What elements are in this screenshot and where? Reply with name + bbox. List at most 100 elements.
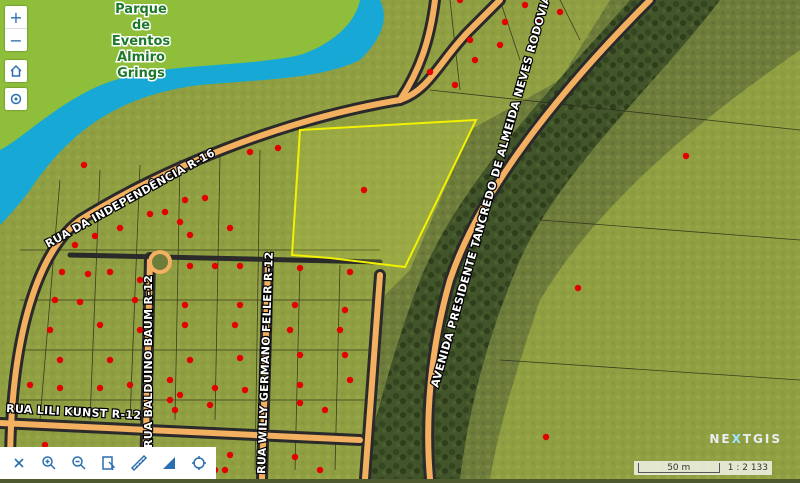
zoom-in-icon	[42, 456, 56, 470]
parcel-marker[interactable]	[116, 224, 124, 232]
parcel-marker[interactable]	[521, 1, 529, 9]
parcel-marker[interactable]	[241, 386, 249, 394]
parcel-marker[interactable]	[76, 298, 84, 306]
parcel-marker[interactable]	[296, 399, 304, 407]
place-label-line-5: Grings	[117, 66, 165, 81]
parcel-marker[interactable]	[181, 321, 189, 329]
place-label-line-1: Parque	[115, 2, 167, 17]
parcel-marker[interactable]	[471, 56, 479, 64]
parcel-marker[interactable]	[56, 384, 64, 392]
zoom-out-tool-button[interactable]	[68, 452, 90, 474]
parcel-marker[interactable]	[286, 326, 294, 334]
parcel-marker[interactable]	[211, 262, 219, 270]
ruler-tool-button[interactable]	[128, 452, 150, 474]
parcel-marker[interactable]	[360, 186, 368, 194]
parcel-marker[interactable]	[221, 466, 229, 474]
home-button[interactable]	[5, 60, 27, 82]
parcel-marker[interactable]	[231, 321, 239, 329]
logo-tgis: TGIS	[742, 432, 782, 446]
parcel-marker[interactable]	[96, 384, 104, 392]
parcel-marker[interactable]	[501, 18, 509, 26]
zoom-in-button[interactable]: +	[5, 6, 27, 28]
parcel-marker[interactable]	[321, 406, 329, 414]
parcel-marker[interactable]	[226, 451, 234, 459]
parcel-marker[interactable]	[166, 376, 174, 384]
parcel-marker[interactable]	[26, 381, 34, 389]
parcel-marker[interactable]	[451, 81, 459, 89]
parcel-marker[interactable]	[171, 406, 179, 414]
map-toolbar	[0, 447, 216, 479]
parcel-marker[interactable]	[542, 433, 550, 441]
parcel-marker[interactable]	[236, 354, 244, 362]
parcel-marker[interactable]	[84, 270, 92, 278]
parcel-marker[interactable]	[236, 262, 244, 270]
parcel-marker[interactable]	[106, 268, 114, 276]
place-label: Parque de Eventos Almiro Grings	[110, 1, 172, 83]
logo-n: N	[709, 432, 722, 446]
parcel-marker[interactable]	[291, 301, 299, 309]
parcel-marker[interactable]	[176, 218, 184, 226]
parcel-marker[interactable]	[556, 8, 564, 16]
parcel-marker[interactable]	[96, 321, 104, 329]
parcel-marker[interactable]	[186, 262, 194, 270]
map-view[interactable]: RUA DA INDEPENDÊNCIA R-16 RUA BALDUINO B…	[0, 0, 800, 483]
scale-ratio: 1 : 2 133	[727, 463, 768, 473]
parcel-marker[interactable]	[58, 268, 66, 276]
close-tool-button[interactable]	[8, 452, 30, 474]
parcel-marker[interactable]	[426, 68, 434, 76]
parcel-marker[interactable]	[186, 231, 194, 239]
locate-button[interactable]	[5, 88, 27, 110]
parcel-marker[interactable]	[236, 301, 244, 309]
map-canvas[interactable]: RUA DA INDEPENDÊNCIA R-16 RUA BALDUINO B…	[0, 0, 800, 483]
parcel-marker[interactable]	[166, 396, 174, 404]
locate-icon	[192, 456, 206, 470]
logo-e: E	[721, 432, 732, 446]
area-tool-button[interactable]	[158, 452, 180, 474]
parcel-marker[interactable]	[496, 41, 504, 49]
scale-label: 50 m	[667, 462, 691, 473]
nextgis-logo: NEXTGIS	[709, 432, 782, 446]
parcel-marker[interactable]	[211, 384, 219, 392]
parcel-marker[interactable]	[341, 351, 349, 359]
parcel-marker[interactable]	[296, 351, 304, 359]
parcel-marker[interactable]	[336, 326, 344, 334]
parcel-marker[interactable]	[682, 152, 690, 160]
parcel-marker[interactable]	[296, 264, 304, 272]
parcel-marker[interactable]	[181, 301, 189, 309]
parcel-marker[interactable]	[51, 296, 59, 304]
area-icon	[163, 457, 175, 469]
parcel-marker[interactable]	[106, 356, 114, 364]
parcel-marker[interactable]	[80, 161, 88, 169]
parcel-marker[interactable]	[91, 232, 99, 240]
parcel-marker[interactable]	[274, 144, 282, 152]
parcel-marker[interactable]	[226, 224, 234, 232]
parcel-marker[interactable]	[316, 466, 324, 474]
parcel-marker[interactable]	[346, 376, 354, 384]
locate-tool-button[interactable]	[188, 452, 210, 474]
parcel-marker[interactable]	[186, 356, 194, 364]
parcel-marker[interactable]	[246, 148, 254, 156]
parcel-marker[interactable]	[161, 208, 169, 216]
identify-tool-button[interactable]	[98, 452, 120, 474]
zoom-out-button[interactable]: −	[5, 28, 27, 51]
scale-line: 50 m	[637, 462, 720, 473]
parcel-marker[interactable]	[131, 296, 139, 304]
parcel-marker[interactable]	[341, 306, 349, 314]
parcel-marker[interactable]	[346, 268, 354, 276]
parcel-marker[interactable]	[291, 453, 299, 461]
scale-bar: 50 m 1 : 2 133	[633, 461, 772, 475]
parcel-marker[interactable]	[56, 356, 64, 364]
parcel-marker[interactable]	[574, 284, 582, 292]
parcel-marker[interactable]	[46, 326, 54, 334]
parcel-marker[interactable]	[176, 391, 184, 399]
parcel-marker[interactable]	[206, 401, 214, 409]
close-icon	[14, 458, 24, 468]
parcel-marker[interactable]	[126, 381, 134, 389]
parcel-marker[interactable]	[296, 381, 304, 389]
parcel-marker[interactable]	[201, 194, 209, 202]
parcel-marker[interactable]	[146, 210, 154, 218]
zoom-in-tool-button[interactable]	[38, 452, 60, 474]
parcel-marker[interactable]	[466, 36, 474, 44]
parcel-marker[interactable]	[71, 241, 79, 249]
parcel-marker[interactable]	[181, 196, 189, 204]
